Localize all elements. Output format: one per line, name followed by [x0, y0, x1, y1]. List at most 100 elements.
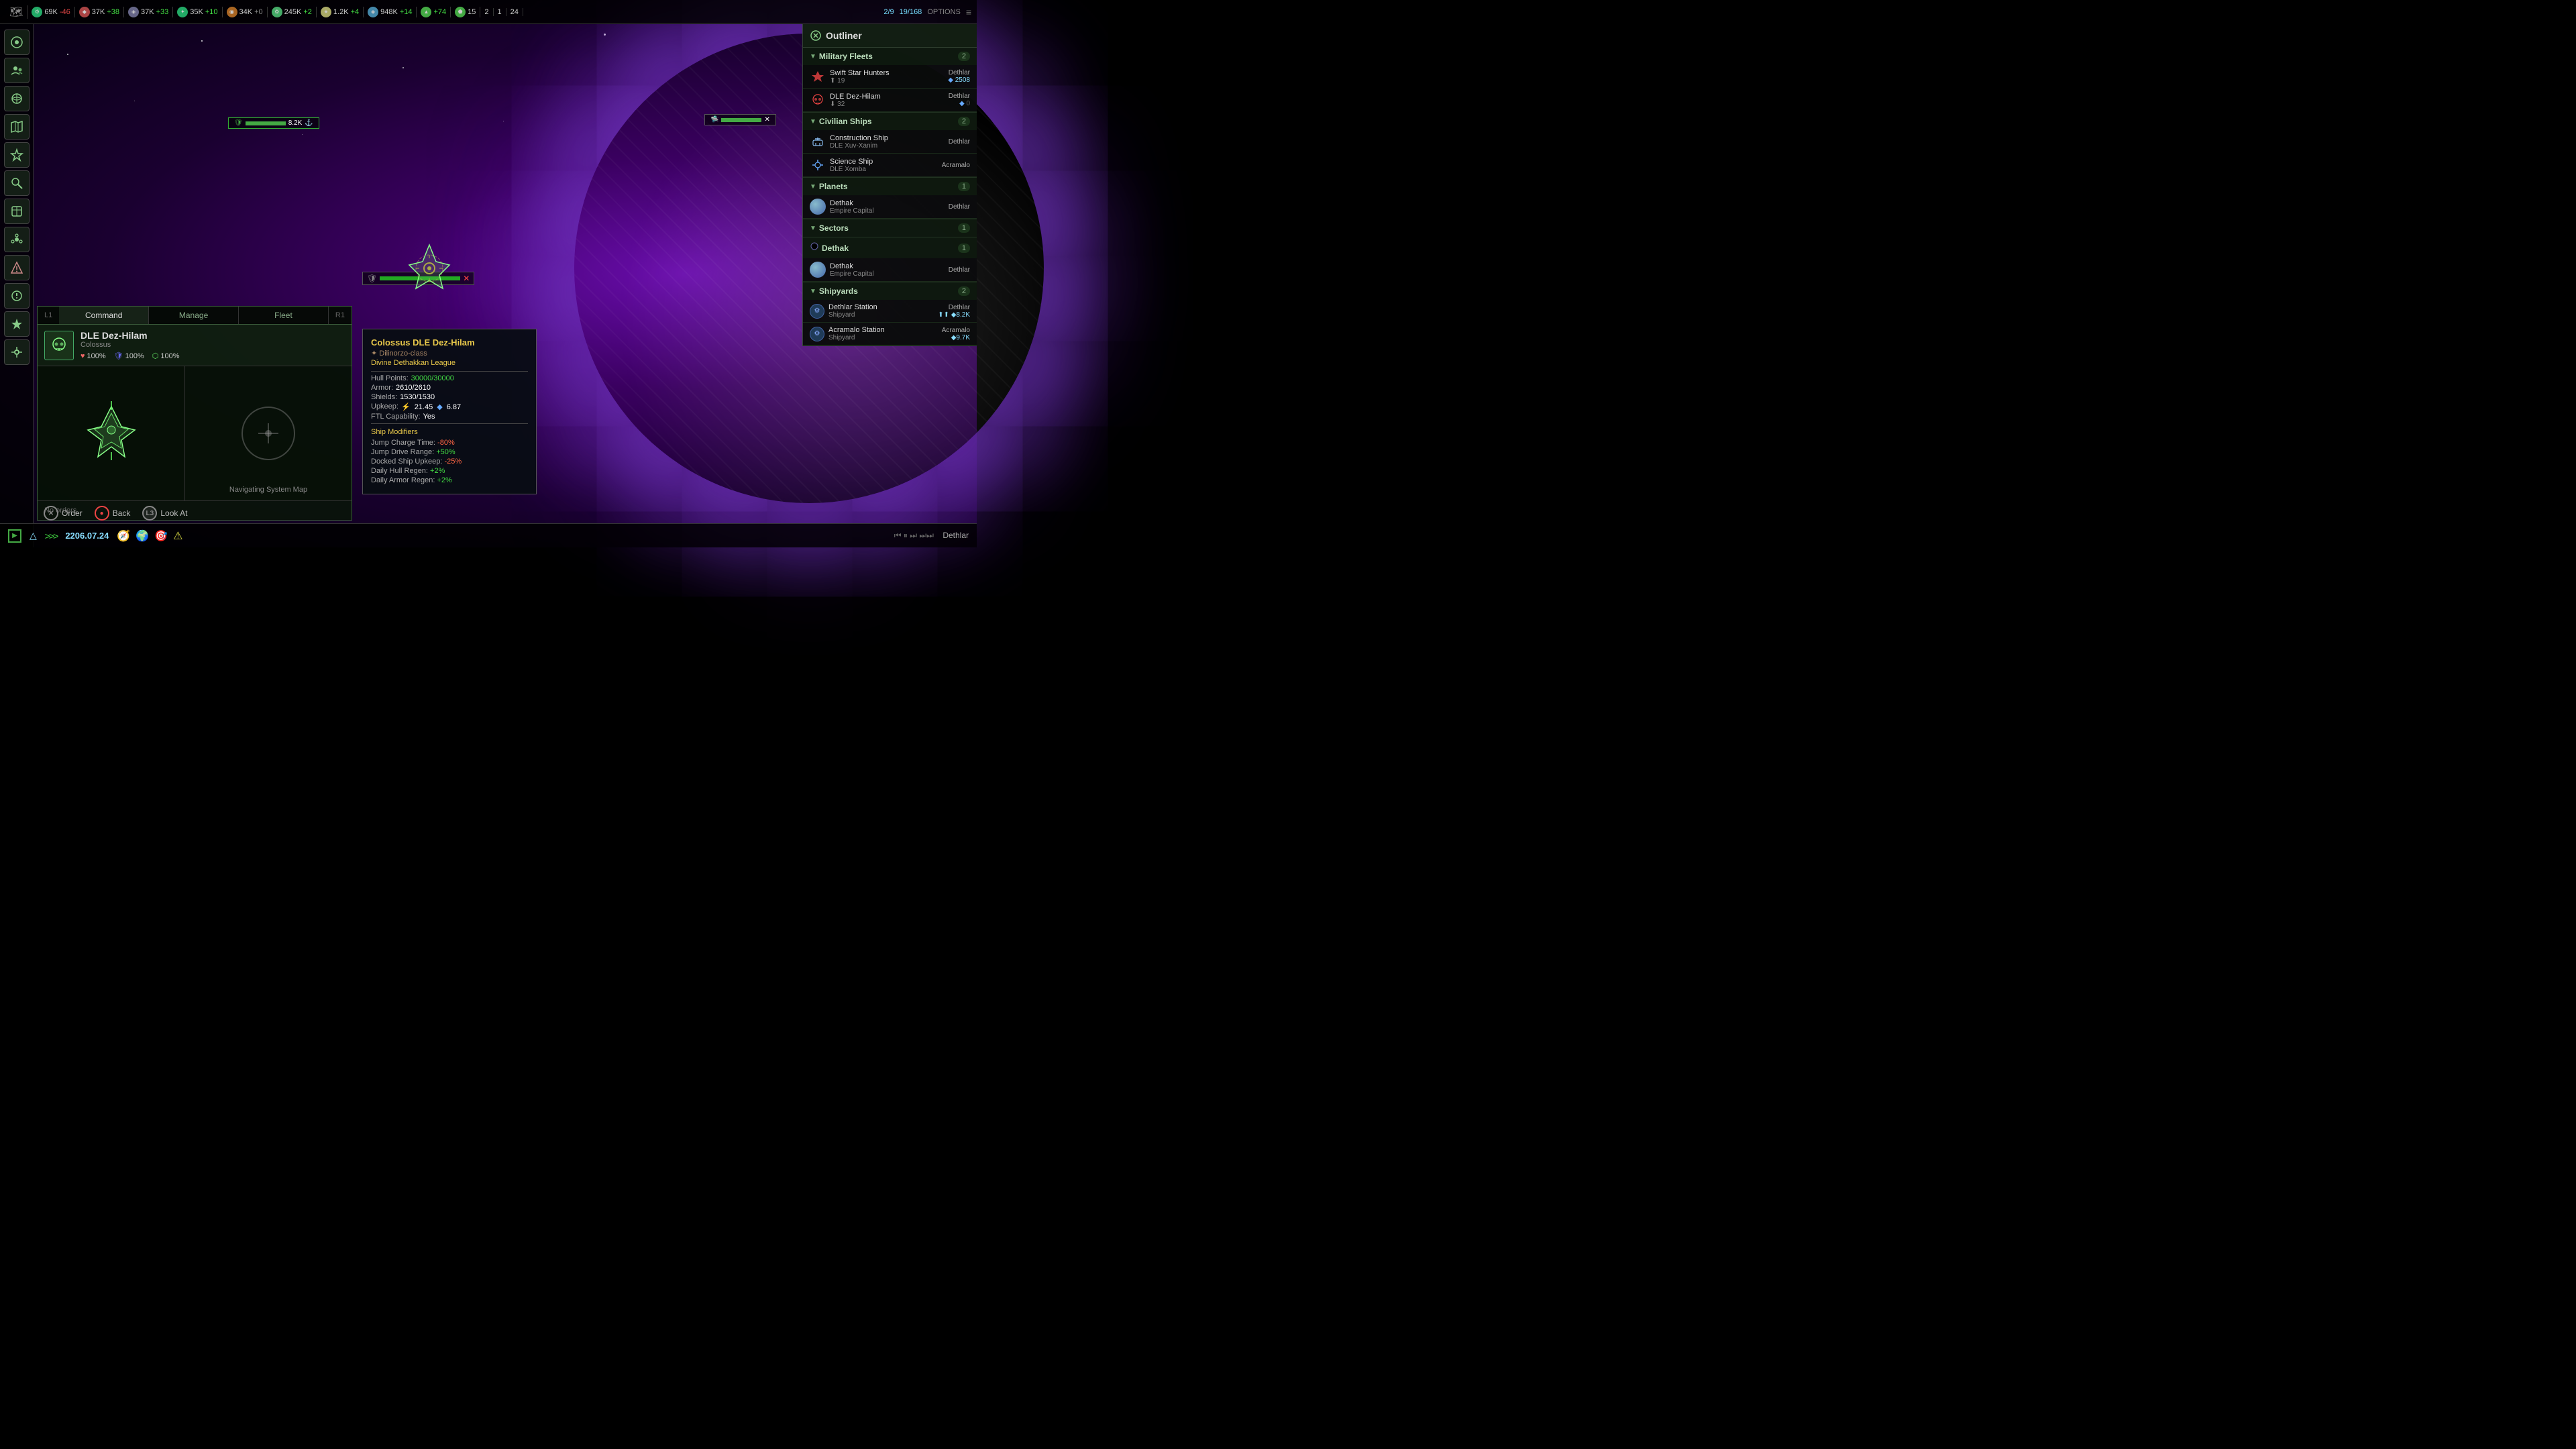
dethak-capital-name: Dethak	[830, 262, 874, 270]
fleet-dle-dez-hilam[interactable]: DLE Dez-Hilam ⬇ 32 Dethlar ◆ 0	[803, 89, 977, 112]
acramalo-station-meta: Acramalo ◆9.7K	[942, 327, 970, 341]
sidebar-military[interactable]	[4, 142, 30, 168]
fleet-power-icon-swift: ◆	[948, 76, 953, 84]
planet-dethak[interactable]: Dethak Empire Capital Dethlar	[803, 195, 977, 219]
sectors-arrow-icon: ▼	[810, 225, 816, 232]
fleet-location-dez: Dethlar	[949, 93, 970, 100]
star	[201, 40, 203, 42]
fleet-location-swift: Dethlar	[948, 69, 970, 76]
dethlar-station-item[interactable]: ⚙ Dethlar Station Shipyard Dethlar ⬆⬆ ◆8…	[803, 300, 977, 323]
fleet-meta-dez: Dethlar ◆ 0	[949, 93, 970, 107]
sectors-section-header[interactable]: ▼ Sectors 1	[803, 219, 977, 237]
fleet-power-swift: ◆ 2508	[948, 76, 970, 84]
science-ship-item[interactable]: Science Ship DLE Xomba Acramalo	[803, 154, 977, 177]
hull-value: 30000/30000	[411, 374, 454, 382]
sidebar-crisis[interactable]	[4, 255, 30, 280]
ship-class: Colossus	[80, 341, 345, 349]
influence-value: 948K	[380, 8, 398, 16]
options-button[interactable]: OPTIONS	[927, 8, 961, 16]
station-close[interactable]: ✕	[764, 116, 769, 123]
influence-icon: ◈	[368, 7, 378, 17]
sidebar-federation[interactable]	[4, 227, 30, 252]
outliner-icon	[810, 30, 822, 42]
minimap-button[interactable]: 🗺	[5, 5, 28, 19]
resource-food: ✦ 35K +10	[173, 7, 222, 17]
civilian-section-header[interactable]: ▼ Civilian Ships 2	[803, 113, 977, 130]
hull-percent: 100%	[87, 352, 106, 360]
mod-armor-regen: Daily Armor Regen: +2%	[371, 476, 528, 484]
sectors-section-count: 1	[958, 223, 970, 233]
science-ship-location: Acramalo	[942, 162, 970, 169]
colossus-ship[interactable]	[402, 241, 456, 299]
dethak-sector-header[interactable]: Dethak 1	[803, 237, 977, 258]
fleet-health-bar	[246, 121, 286, 125]
acramalo-station-name: Acramalo Station	[828, 326, 942, 334]
sidebar-contacts[interactable]	[4, 58, 30, 83]
play-button[interactable]: ▶	[8, 529, 21, 543]
sidebar-research[interactable]	[4, 170, 30, 196]
tab-r1[interactable]: R1	[329, 307, 352, 324]
fleet-swift-star-hunters[interactable]: Swift Star Hunters ⬆ 19 Dethlar ◆ 2508	[803, 65, 977, 89]
tooltip-class: ✦ Dilinorzo-class	[371, 349, 528, 358]
menu-icon[interactable]: ≡	[966, 7, 971, 17]
mod-jump-charge-label: Jump Charge Time:	[371, 439, 437, 447]
ship-stats: ♥ 100% 🛡 100% ⬡ 100%	[80, 352, 345, 360]
mod-docked-upkeep-value: -25%	[444, 458, 462, 466]
speed-arrows: >>>	[45, 531, 58, 541]
tooltip-armor: Armor: 2610/2610	[371, 384, 528, 392]
sectors-section-title: Sectors	[819, 223, 958, 233]
fleet-power-dez: ◆ 0	[949, 100, 970, 107]
sidebar-politics[interactable]	[4, 199, 30, 224]
planets-section-header[interactable]: ▼ Planets 1	[803, 178, 977, 195]
tab-command[interactable]: Command	[59, 307, 149, 324]
hull-icon: ♥	[80, 352, 85, 360]
ship-info: DLE Dez-Hilam Colossus ♥ 100% 🛡 100% ⬡ 1…	[80, 330, 345, 360]
lookat-btn-icon: L3	[142, 506, 157, 521]
upkeep-mineral-icon: ◆	[437, 402, 442, 411]
crosshair-icon[interactable]: 🎯	[154, 529, 168, 543]
shipyards-arrow-icon: ▼	[810, 288, 816, 295]
warning-icon[interactable]: ⚠	[173, 529, 182, 543]
minerals-value: 37K	[92, 8, 105, 16]
construction-ship-meta: Dethlar	[949, 138, 970, 146]
fleet-shield-icon: 🛡	[234, 119, 243, 127]
hull-stat: ♥ 100%	[80, 352, 106, 360]
station-hud[interactable]: 🛸 ✕	[704, 114, 776, 125]
starbases-value: 24	[511, 8, 519, 16]
planet-icon[interactable]: 🌍	[136, 529, 149, 543]
sidebar-map[interactable]	[4, 114, 30, 140]
triangle-icon: △	[30, 530, 37, 541]
compass-icon[interactable]: 🧭	[117, 529, 130, 543]
target-center	[265, 430, 272, 437]
colossus-damage-icon: ✕	[463, 274, 470, 283]
tooltip-divider1	[371, 371, 528, 372]
science-ship-name: Science Ship	[830, 158, 942, 166]
dethak-capital-location: Dethlar	[949, 266, 970, 274]
fleet-sub-swift: ⬆ 19	[830, 77, 948, 85]
planets-section-count: 1	[958, 182, 970, 191]
sidebar-tech[interactable]	[4, 339, 30, 365]
military-section-header[interactable]: ▼ Military Fleets 2	[803, 48, 977, 65]
sidebar-situation[interactable]	[4, 283, 30, 309]
speed-controls[interactable]: ⏮ ⏸ ⏭ ⏭⏭	[894, 531, 934, 540]
sidebar-species[interactable]	[4, 86, 30, 111]
sidebar-expansion[interactable]	[4, 311, 30, 337]
fleet-meta-swift: Dethlar ◆ 2508	[948, 69, 970, 84]
acramalo-station-item[interactable]: ⚙ Acramalo Station Shipyard Acramalo ◆9.…	[803, 323, 977, 345]
shipyards-section-header[interactable]: ▼ Shipyards 2	[803, 282, 977, 300]
planet-dethak-location: Dethlar	[949, 203, 970, 211]
construction-ship-item[interactable]: Construction Ship DLE Xuv-Xanim Dethlar	[803, 130, 977, 154]
science-ship-info: Science Ship DLE Xomba	[830, 158, 942, 173]
lookat-button[interactable]: L3 Look At	[142, 506, 187, 521]
tab-fleet[interactable]: Fleet	[239, 307, 329, 324]
tab-l1[interactable]: L1	[38, 307, 59, 324]
sidebar-empire[interactable]	[4, 30, 30, 55]
planet-dethak-name: Dethak	[830, 199, 874, 207]
small-fleet-hud[interactable]: 🛡 8.2K ⚓	[228, 117, 319, 129]
dethak-capital-item[interactable]: Dethak Empire Capital Dethlar	[803, 258, 977, 282]
construction-ship-sub: DLE Xuv-Xanim	[830, 142, 949, 150]
tab-manage[interactable]: Manage	[149, 307, 239, 324]
back-button[interactable]: ● Back	[95, 506, 131, 521]
order-button[interactable]: ✕ Order	[44, 506, 83, 521]
mod-docked-upkeep: Docked Ship Upkeep: -25%	[371, 458, 528, 466]
